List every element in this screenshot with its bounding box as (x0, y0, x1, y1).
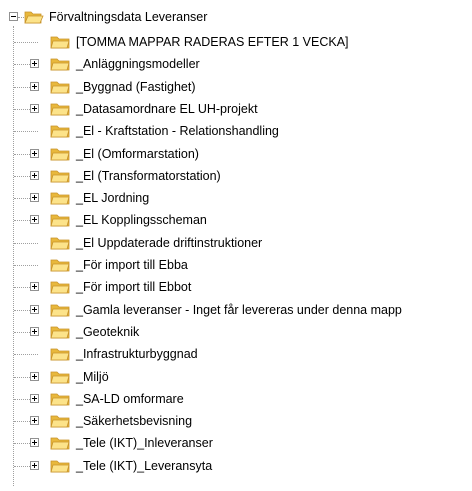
tree-node-item[interactable]: _El Uppdaterade driftinstruktioner (0, 232, 472, 255)
tree-node-label: _Miljö (76, 369, 109, 384)
expand-toggle[interactable] (30, 215, 39, 225)
tree-node-root[interactable]: Förvaltningsdata Leveranser (0, 6, 472, 29)
folder-icon (50, 348, 70, 361)
folder-icon (50, 148, 70, 160)
expand-toggle[interactable] (30, 170, 39, 180)
folder-icon (50, 214, 70, 227)
folder-open-icon (24, 11, 44, 24)
tree-node-label: _El - Kraftstation - Relationshandling (76, 124, 279, 139)
expand-toggle[interactable] (30, 304, 39, 314)
expand-toggle[interactable] (30, 81, 39, 91)
tree-node-label: _Infrastrukturbyggnad (76, 347, 198, 362)
tree-node-item[interactable]: _Tele (IKT)_Leveransyta (0, 455, 472, 478)
expand-toggle[interactable] (30, 103, 39, 113)
folder-icon (50, 192, 70, 205)
folder-icon (50, 237, 70, 250)
folder-icon (50, 36, 70, 49)
folder-icon (50, 81, 70, 93)
expand-toggle[interactable] (30, 282, 39, 292)
tree-node-label: _Anläggningsmodeller (76, 57, 200, 72)
tree-node-item[interactable]: _Säkerhetsbevisning (0, 410, 472, 433)
folder-icon (50, 170, 70, 183)
tree-node-label: _El (Transformatorstation) (76, 168, 221, 183)
folder-icon (50, 437, 70, 450)
folder-icon (50, 259, 70, 272)
tree-node-label: _För import till Ebbot (76, 280, 192, 295)
folder-icon (50, 393, 70, 406)
tree-node-item[interactable]: _Tele (IKT)_Inleveranser (0, 432, 472, 455)
tree-node-label: _El (Omformarstation) (76, 146, 199, 161)
folder-tree: Förvaltningsdata Leveranser [TOMMA MAPPA… (0, 0, 472, 491)
tree-node-item[interactable]: _Infrastrukturbyggnad (0, 343, 472, 366)
tree-node-item[interactable]: [TOMMA MAPPAR RADERAS EFTER 1 VECKA] (0, 31, 472, 54)
tree-node-label: _El Uppdaterade driftinstruktioner (76, 235, 263, 250)
folder-icon (50, 326, 70, 339)
tree-node-item[interactable]: _För import till Ebbot (0, 276, 472, 299)
tree-node-item[interactable]: _För import till Ebba (0, 254, 472, 277)
expand-toggle[interactable] (30, 460, 39, 470)
expand-toggle[interactable] (30, 371, 39, 381)
expand-toggle[interactable] (30, 193, 39, 203)
tree-node-item[interactable]: _EL Kopplingsscheman (0, 209, 472, 232)
tree-node-item[interactable]: _Miljö (0, 366, 472, 389)
tree-node-item[interactable]: _Byggnad (Fastighet) (0, 76, 472, 99)
tree-node-label: _Tele (IKT)_Inleveranser (76, 436, 213, 451)
collapse-toggle[interactable] (9, 12, 18, 21)
tree-node-label: Förvaltningsdata Leveranser (49, 10, 208, 24)
expand-toggle[interactable] (30, 59, 39, 69)
expand-toggle[interactable] (30, 148, 39, 158)
folder-icon (50, 103, 70, 116)
tree-connector-line (14, 131, 38, 133)
tree-node-label: _SA-LD omformare (76, 391, 184, 406)
tree-connector-line (14, 242, 38, 244)
tree-node-item[interactable]: _EL Jordning (0, 187, 472, 210)
tree-node-label: _Datasamordnare EL UH-projekt (76, 101, 258, 116)
folder-icon (50, 304, 70, 316)
folder-icon (50, 58, 70, 71)
tree-node-item[interactable]: _SA-LD omformare (0, 388, 472, 411)
expand-toggle[interactable] (30, 393, 39, 403)
tree-node-item[interactable]: _Anläggningsmodeller (0, 53, 472, 76)
tree-node-label: _EL Kopplingsscheman (76, 213, 207, 228)
expand-toggle[interactable] (30, 326, 39, 336)
folder-icon (50, 281, 70, 294)
tree-node-item[interactable]: _Gamla leveranser - Inget får levereras … (0, 299, 472, 322)
tree-node-label: _Tele (IKT)_Leveransyta (76, 458, 213, 473)
tree-node-label: _Geoteknik (76, 324, 140, 339)
tree-node-item[interactable]: _Geoteknik (0, 321, 472, 344)
tree-node-label: _Byggnad (Fastighet) (76, 79, 196, 94)
tree-node-label: _Säkerhetsbevisning (76, 414, 193, 429)
expand-toggle[interactable] (30, 438, 39, 448)
tree-node-item[interactable]: _El (Transformatorstation) (0, 165, 472, 188)
tree-node-item[interactable]: _El (Omformarstation) (0, 143, 472, 166)
tree-node-item[interactable]: _El - Kraftstation - Relationshandling (0, 120, 472, 143)
expand-toggle[interactable] (30, 416, 39, 426)
tree-node-label: _EL Jordning (76, 191, 150, 206)
tree-node-label: _För import till Ebba (76, 258, 188, 272)
tree-connector-line (14, 42, 38, 43)
tree-node-label: [TOMMA MAPPAR RADERAS EFTER 1 VECKA] (76, 35, 349, 49)
tree-connector-line (14, 265, 38, 266)
folder-icon (50, 460, 70, 473)
tree-connector-line (14, 354, 38, 356)
folder-icon (50, 125, 70, 138)
folder-icon (50, 371, 70, 383)
tree-node-label: _Gamla leveranser - Inget får levereras … (76, 302, 402, 317)
folder-icon (50, 415, 70, 428)
tree-node-item[interactable]: _Datasamordnare EL UH-projekt (0, 98, 472, 121)
